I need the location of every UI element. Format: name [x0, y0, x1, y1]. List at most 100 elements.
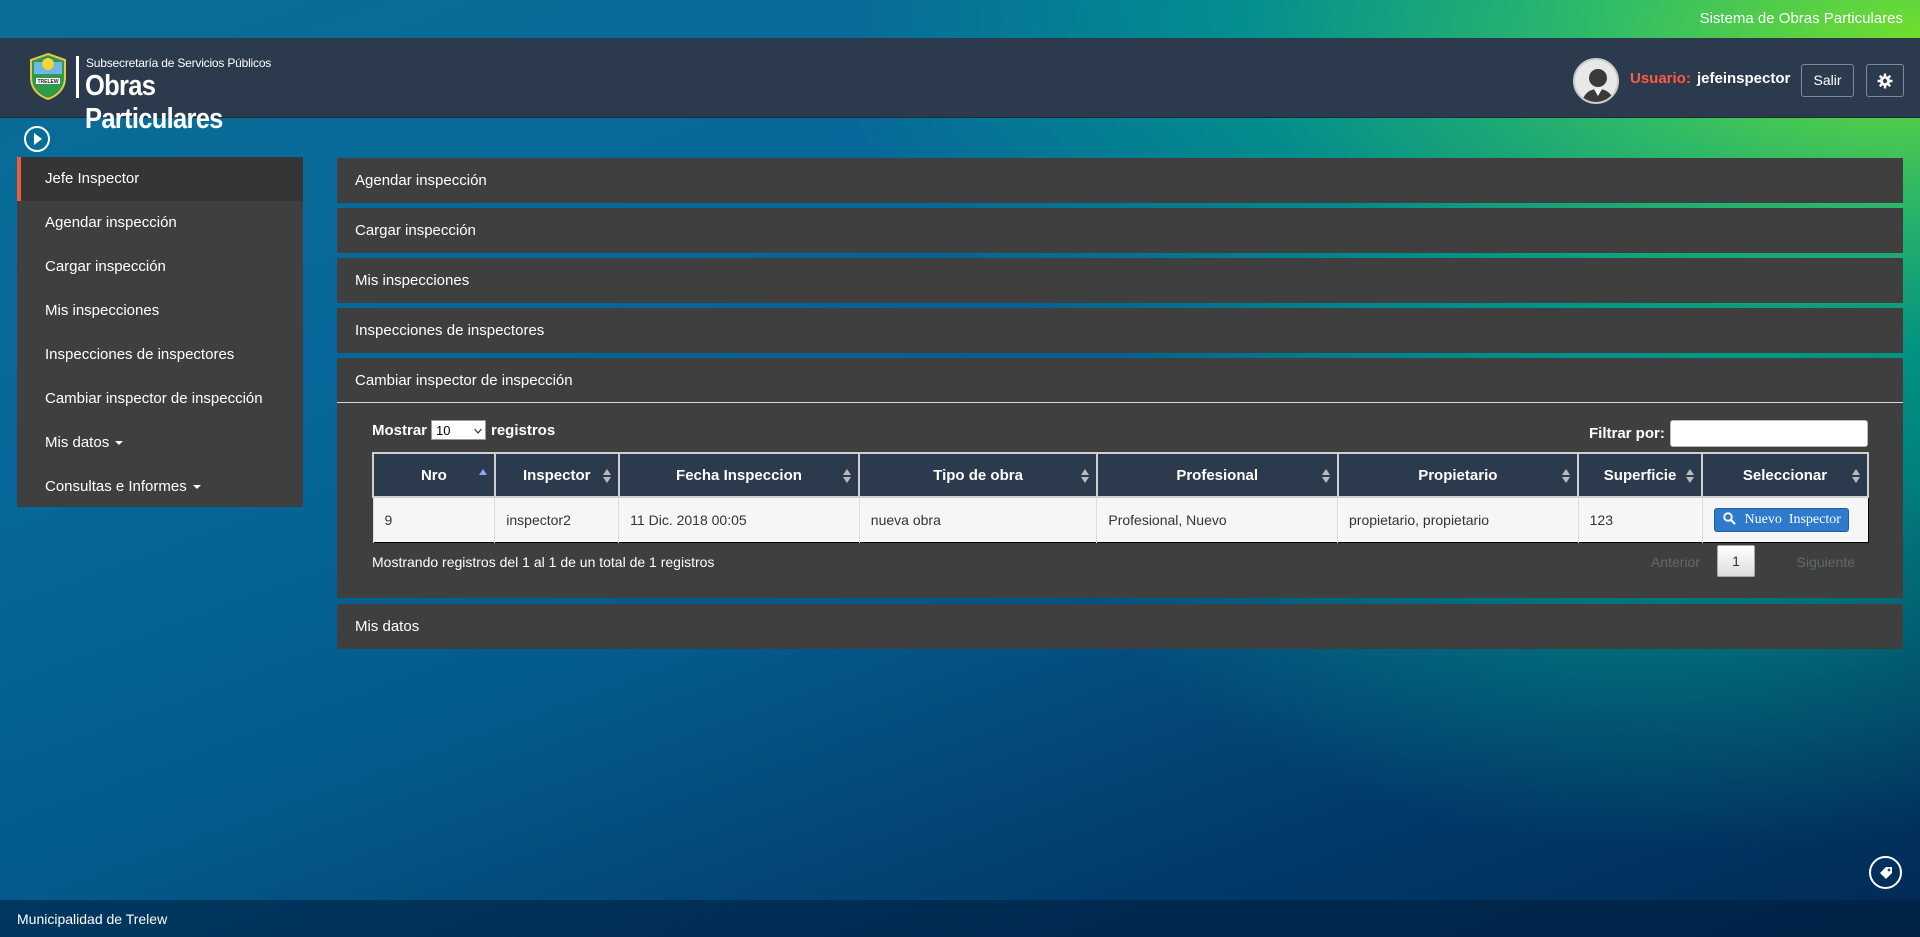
sort-icon	[1852, 469, 1860, 483]
column-label: Propietario	[1418, 466, 1498, 484]
length-suffix-label: registros	[491, 422, 556, 439]
button-label: Nuevo Inspector	[1744, 511, 1841, 527]
avatar	[1573, 58, 1619, 104]
column-label: Tipo de obra	[933, 466, 1023, 484]
search-icon	[1722, 512, 1736, 525]
column-label: Profesional	[1176, 466, 1259, 484]
sort-icon	[1562, 469, 1571, 483]
column-header-nro[interactable]: Nro	[372, 452, 496, 498]
caret-down-icon	[115, 441, 124, 446]
table-info: Mostrando registros del 1 al 1 de un tot…	[372, 554, 715, 570]
inspections-table: Nro Inspector Fecha Inspeccion Tipo de o…	[372, 452, 1869, 543]
column-header-seleccionar[interactable]: Seleccionar	[1701, 452, 1869, 498]
user-silhouette-icon	[1581, 69, 1615, 102]
column-header-inspector[interactable]: Inspector	[493, 452, 620, 498]
panel-header[interactable]: Cargar inspección	[337, 208, 1903, 253]
column-label: Superficie	[1603, 466, 1677, 484]
sort-asc-icon	[478, 469, 487, 475]
sidebar-item-consultas-e-informes[interactable]: Consultas e Informes	[17, 465, 303, 509]
pagination-previous[interactable]: Anterior	[1651, 554, 1700, 570]
cell-tipo-obra: nueva obra	[858, 497, 1097, 542]
column-label: Fecha Inspeccion	[676, 466, 802, 484]
pagination: Anterior 1 Siguiente	[1635, 544, 1855, 577]
sidebar-item-label: Mis inspecciones	[45, 302, 160, 319]
panel-mis-datos: Mis datos	[337, 604, 1903, 649]
cell-superficie: 123	[1577, 497, 1702, 542]
column-header-profesional[interactable]: Profesional	[1095, 452, 1339, 498]
footer-text: Municipalidad de Trelew	[17, 911, 168, 927]
user-label: Usuario:	[1630, 70, 1691, 87]
sidebar-item-label: Mis datos	[45, 434, 110, 451]
logo-title: Obras Particulares	[85, 70, 223, 135]
length-label: Mostrar	[372, 422, 428, 439]
column-header-fecha[interactable]: Fecha Inspeccion	[617, 452, 861, 498]
filter-label: Filtrar por:	[1589, 425, 1665, 442]
panel-agendar-inspeccion: Agendar inspección	[337, 158, 1903, 203]
sidebar-item-label: Cambiar inspector de inspección	[45, 390, 263, 407]
cell-seleccionar: Nuevo Inspector	[1701, 497, 1868, 542]
filter-input[interactable]	[1670, 420, 1868, 447]
sidebar-item-cargar-inspeccion[interactable]: Cargar inspección	[17, 245, 303, 289]
tag-button[interactable]	[1869, 856, 1902, 889]
panel-header[interactable]: Mis inspecciones	[337, 258, 1903, 303]
panel-header[interactable]: Agendar inspección	[337, 158, 1903, 203]
footer: Municipalidad de Trelew	[0, 900, 1920, 937]
sidebar-item-mis-inspecciones[interactable]: Mis inspecciones	[17, 289, 303, 333]
sidebar-item-label: Agendar inspección	[45, 214, 177, 231]
top-strip: Sistema de Obras Particulares	[0, 0, 1920, 38]
header: TRELEW Subsecretaría de Servicios Públic…	[0, 38, 1920, 135]
length-select[interactable]: 10	[431, 420, 486, 440]
panel-cargar-inspeccion: Cargar inspección	[337, 208, 1903, 253]
tag-icon	[1880, 867, 1892, 879]
gear-icon	[1877, 73, 1893, 89]
panel-cambiar-inspector: Cambiar inspector de inspección Mostrar …	[337, 358, 1903, 598]
sort-icon	[602, 469, 611, 483]
column-label: Inspector	[522, 466, 591, 484]
sidebar-item-jefe-inspector[interactable]: Jefe Inspector	[17, 157, 303, 201]
system-title: Sistema de Obras Particulares	[1699, 10, 1903, 27]
caret-down-icon	[192, 485, 201, 490]
panel-header[interactable]: Inspecciones de inspectores	[337, 308, 1903, 353]
cell-fecha: 11 Dic. 2018 00:05	[618, 497, 860, 542]
column-label: Seleccionar	[1742, 466, 1828, 484]
sort-icon	[1686, 469, 1694, 483]
nuevo-inspector-button[interactable]: Nuevo Inspector	[1713, 507, 1849, 532]
column-header-superficie[interactable]: Superficie	[1577, 452, 1703, 498]
sidebar-item-inspecciones-de-inspectores[interactable]: Inspecciones de inspectores	[17, 333, 303, 377]
sort-icon	[843, 469, 852, 483]
sidebar-item-label: Inspecciones de inspectores	[45, 346, 235, 363]
sidebar-item-label: Cargar inspección	[45, 258, 166, 275]
cell-profesional: Profesional, Nuevo	[1096, 497, 1338, 542]
cell-nro: 9	[372, 497, 495, 542]
trelew-shield-icon: TRELEW	[30, 52, 66, 100]
column-header-propietario[interactable]: Propietario	[1336, 452, 1580, 498]
logo-subtitle: Subsecretaría de Servicios Públicos	[86, 56, 272, 70]
settings-button[interactable]	[1866, 64, 1904, 97]
sidebar-item-label: Jefe Inspector	[45, 170, 140, 187]
sidebar-toggle-button[interactable]	[24, 126, 50, 152]
pagination-page-1[interactable]: 1	[1717, 545, 1755, 577]
table-row: 9 inspector2 11 Dic. 2018 00:05 nueva ob…	[372, 497, 1868, 542]
panel-header[interactable]: Mis datos	[337, 604, 1903, 649]
play-icon	[34, 133, 42, 145]
column-label: Nro	[420, 466, 447, 484]
sidebar-item-agendar-inspeccion[interactable]: Agendar inspección	[17, 201, 303, 245]
sidebar-item-cambiar-inspector[interactable]: Cambiar inspector de inspección	[17, 377, 303, 421]
logo[interactable]: TRELEW Subsecretaría de Servicios Públic…	[28, 50, 328, 135]
chevron-down-icon	[474, 428, 482, 434]
logo-separator	[76, 56, 79, 98]
shield-text: TRELEW	[37, 79, 58, 85]
sort-icon	[1080, 469, 1089, 483]
panel-mis-inspecciones: Mis inspecciones	[337, 258, 1903, 303]
sidebar-item-label: Consultas e Informes	[45, 478, 187, 495]
length-value: 10	[436, 423, 451, 438]
column-header-tipo-obra[interactable]: Tipo de obra	[858, 452, 1098, 498]
pagination-next[interactable]: Siguiente	[1797, 554, 1855, 570]
datatable-controls: Mostrar 10 registros Filtrar por:	[337, 403, 1903, 458]
panel-inspecciones-de-inspectores: Inspecciones de inspectores	[337, 308, 1903, 353]
sidebar-item-mis-datos[interactable]: Mis datos	[17, 421, 303, 465]
panel-header[interactable]: Cambiar inspector de inspección	[337, 358, 1903, 403]
cell-inspector: inspector2	[494, 497, 619, 542]
logout-button[interactable]: Salir	[1801, 64, 1854, 97]
sidebar: Jefe Inspector Agendar inspección Cargar…	[17, 157, 303, 507]
